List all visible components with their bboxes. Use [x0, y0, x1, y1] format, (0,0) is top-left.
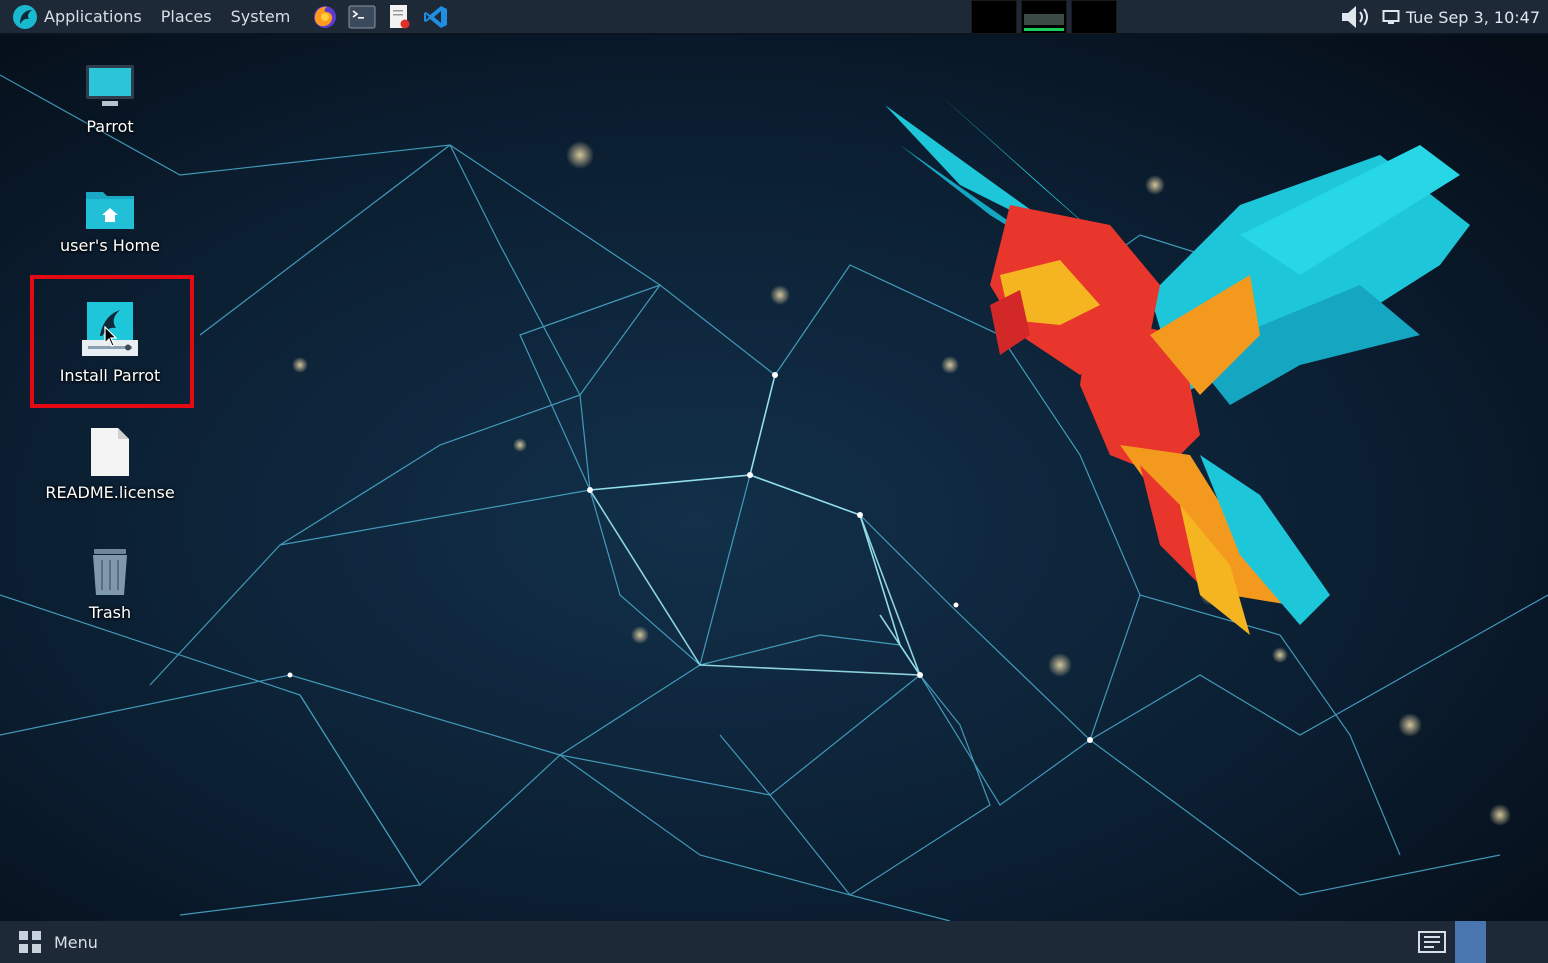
bottom-workspace-1[interactable] [1455, 921, 1486, 963]
desktop-icon-label: user's Home [60, 236, 160, 255]
desktop-icon-trash[interactable]: Trash [35, 545, 185, 622]
file-icon [91, 428, 129, 476]
computer-icon [86, 65, 134, 106]
desktop[interactable]: Parrot user's Home Install Parrot README… [0, 35, 1548, 921]
system-menu[interactable]: System [231, 0, 291, 34]
trash-icon [93, 549, 127, 595]
desktop-icon-parrot[interactable]: Parrot [35, 63, 185, 136]
home-folder-icon [86, 192, 134, 229]
show-desktop-button[interactable] [1417, 921, 1447, 963]
bottom-workspace-3[interactable] [1517, 921, 1548, 963]
firefox-icon [314, 5, 337, 28]
app-grid-icon [19, 931, 41, 953]
workspace-3[interactable] [1071, 0, 1117, 34]
top-panel: Applications Places System Tue Sep 3, 10… [0, 0, 1548, 34]
display-icon[interactable] [1382, 9, 1400, 25]
desktop-icon-label: Trash [88, 603, 132, 622]
places-menu[interactable]: Places [161, 0, 212, 34]
workspace-switcher [971, 0, 1121, 34]
bottom-workspace-2[interactable] [1486, 921, 1517, 963]
firefox-launcher[interactable] [311, 3, 339, 31]
workspace-2[interactable] [1021, 0, 1067, 34]
desktop-icon-label: Parrot [86, 117, 134, 136]
parrot-logo-icon[interactable] [12, 4, 38, 30]
menu-button[interactable]: Menu [18, 921, 98, 963]
terminal-launcher[interactable] [348, 3, 376, 31]
mouse-cursor-icon [104, 326, 118, 347]
bottom-panel: Menu [0, 921, 1548, 963]
vscode-launcher[interactable] [422, 3, 450, 31]
show-desktop-icon [1418, 931, 1446, 953]
desktop-icon-home[interactable]: user's Home [35, 186, 185, 255]
volume-icon[interactable] [1340, 4, 1376, 30]
bottom-panel-right [1417, 921, 1548, 963]
vscode-icon [424, 5, 448, 28]
menu-label: Menu [54, 932, 98, 952]
text-editor-launcher[interactable] [385, 3, 413, 31]
terminal-icon [348, 5, 376, 28]
text-editor-icon [390, 4, 410, 28]
main-menu-bar: Applications Places System [0, 0, 309, 34]
clock[interactable]: Tue Sep 3, 10:47 [1406, 8, 1540, 27]
parrot-wallpaper [0, 35, 1548, 921]
desktop-icon-readme[interactable]: README.license [35, 427, 185, 502]
applications-menu[interactable]: Applications [44, 0, 142, 34]
desktop-icon-label: README.license [45, 483, 175, 502]
workspace-1[interactable] [971, 0, 1017, 34]
launchers [311, 3, 459, 31]
system-tray: Tue Sep 3, 10:47 [1334, 0, 1540, 34]
